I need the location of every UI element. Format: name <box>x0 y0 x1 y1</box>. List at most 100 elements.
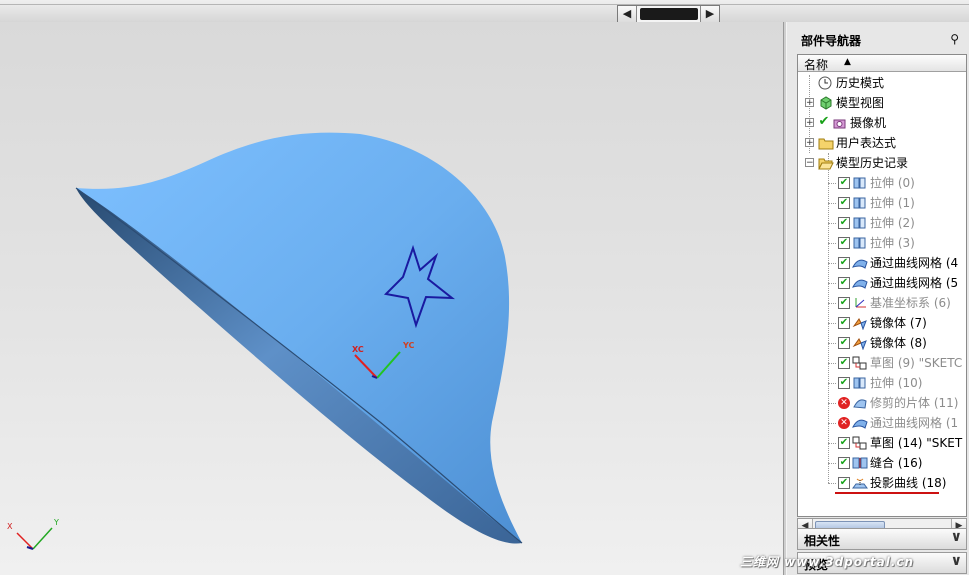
expand-toggle-icon[interactable]: + <box>805 138 814 148</box>
error-icon[interactable]: ✕ <box>838 417 850 429</box>
scroll-left-arrow-icon[interactable]: ◀ <box>618 6 637 22</box>
folder-icon <box>818 136 834 150</box>
feature-checkbox[interactable]: ✔ <box>838 457 850 469</box>
mesh-surface-icon <box>852 416 868 430</box>
scroll-right-arrow-icon[interactable]: ▶ <box>700 6 719 22</box>
feature-row[interactable]: ✔ 镜像体 (7) <box>798 313 966 333</box>
feature-checkbox[interactable]: ✔ <box>838 177 850 189</box>
expand-toggle-icon[interactable]: + <box>805 118 814 128</box>
feature-row[interactable]: ✔ 拉伸 (3) <box>798 233 966 253</box>
mesh-surface-icon <box>852 276 868 290</box>
tree-node-label: 模型历史记录 <box>836 156 909 170</box>
feature-row[interactable]: ✔ 拉伸 (1) <box>798 193 966 213</box>
feature-label: 拉伸 (10) <box>870 376 923 390</box>
tree-node-label: 摄像机 <box>850 116 887 130</box>
visibility-checkbox[interactable]: ✔ <box>818 115 830 129</box>
feature-checkbox[interactable]: ✔ <box>838 297 850 309</box>
tree-guide-line <box>828 283 836 284</box>
section-dependencies[interactable]: 相关性 ∨ <box>797 528 967 550</box>
expand-toggle-icon[interactable]: − <box>805 158 814 168</box>
feature-row[interactable]: ✔ 通过曲线网格 (5 <box>798 273 966 293</box>
tree-node[interactable]: + 用户表达式 <box>798 133 966 153</box>
absolute-triad <box>16 527 53 550</box>
extrude-icon <box>852 216 868 230</box>
tree-guide-line <box>828 403 836 404</box>
feature-row[interactable]: ✔ 拉伸 (10) <box>798 373 966 393</box>
top-horizontal-scrollbar[interactable]: ◀ ▶ <box>617 5 720 23</box>
chevron-down-icon[interactable]: ∨ <box>951 553 962 569</box>
model-views-icon <box>818 96 834 110</box>
tree-guide-line <box>828 203 836 204</box>
feature-label: 拉伸 (3) <box>870 236 915 250</box>
sew-icon <box>852 456 868 470</box>
tree-guide-line <box>828 483 836 484</box>
x-axis-label: X <box>7 522 13 531</box>
feature-checkbox[interactable]: ✔ <box>838 257 850 269</box>
xc-axis-label: XC <box>352 345 364 354</box>
camera-icon <box>832 116 848 130</box>
chevron-down-icon[interactable]: ∨ <box>951 529 962 545</box>
pin-icon[interactable]: ⚲ <box>950 32 959 46</box>
tree-node[interactable]: − 模型历史记录 <box>798 153 966 173</box>
feature-row[interactable]: ✔ 缝合 (16) <box>798 453 966 473</box>
mesh-surface-icon <box>852 256 868 270</box>
feature-checkbox[interactable]: ✔ <box>838 437 850 449</box>
tree-guide-line <box>828 463 836 464</box>
tree-guide-line <box>828 183 836 184</box>
tree-guide-line <box>828 383 836 384</box>
graphics-viewport[interactable]: XC YC X Y <box>0 22 783 575</box>
tree-guide-line <box>828 243 836 244</box>
feature-row[interactable]: ✔ 投影曲线 (18) <box>798 473 966 493</box>
sort-ascending-icon: ▲ <box>844 57 851 67</box>
feature-row[interactable]: ✔ 草图 (14) "SKET <box>798 433 966 453</box>
error-icon[interactable]: ✕ <box>838 397 850 409</box>
feature-label: 通过曲线网格 (1 <box>870 416 959 430</box>
feature-label: 镜像体 (7) <box>870 316 927 330</box>
project-curve-icon <box>852 476 868 490</box>
scroll-thumb[interactable] <box>640 8 698 20</box>
feature-row[interactable]: ✔ 拉伸 (0) <box>798 173 966 193</box>
feature-row[interactable]: ✕ 通过曲线网格 (1 <box>798 413 966 433</box>
expand-toggle-icon[interactable]: + <box>805 98 814 108</box>
feature-row[interactable]: ✔ 拉伸 (2) <box>798 213 966 233</box>
feature-checkbox[interactable]: ✔ <box>838 377 850 389</box>
tree-node[interactable]: 历史模式 <box>798 73 966 93</box>
feature-label: 基准坐标系 (6) <box>870 296 951 310</box>
feature-checkbox[interactable]: ✔ <box>838 277 850 289</box>
tree-node[interactable]: + ✔ 摄像机 <box>798 113 966 133</box>
feature-checkbox[interactable]: ✔ <box>838 337 850 349</box>
feature-checkbox[interactable]: ✔ <box>838 477 850 489</box>
tree-node-label: 模型视图 <box>836 96 885 110</box>
feature-row[interactable]: ✔ 通过曲线网格 (4 <box>798 253 966 273</box>
tree-guide-line <box>828 303 836 304</box>
trimmed-sheet-icon <box>852 396 868 410</box>
feature-row[interactable]: ✕ 修剪的片体 (11) <box>798 393 966 413</box>
column-header-name[interactable]: 名称 ▲ <box>798 55 966 72</box>
extrude-icon <box>852 176 868 190</box>
feature-label: 通过曲线网格 (5 <box>870 276 959 290</box>
feature-row[interactable]: ✔ 基准坐标系 (6) <box>798 293 966 313</box>
feature-checkbox[interactable]: ✔ <box>838 197 850 209</box>
feature-checkbox[interactable]: ✔ <box>838 237 850 249</box>
feature-row[interactable]: ✔ 镜像体 (8) <box>798 333 966 353</box>
feature-label: 通过曲线网格 (4 <box>870 256 959 270</box>
feature-checkbox[interactable]: ✔ <box>838 217 850 229</box>
feature-row[interactable]: ✔ 草图 (9) "SKETC <box>798 353 966 373</box>
feature-checkbox[interactable]: ✔ <box>838 317 850 329</box>
feature-tree[interactable]: 名称 ▲ 历史模式 + 模型视图 + ✔ 摄像机 + 用户表达式 − 模型历史记录 ✔ 拉伸 (0) ✔… <box>797 54 967 517</box>
tree-guide-line <box>828 263 836 264</box>
extrude-icon <box>852 196 868 210</box>
feature-label: 草图 (9) "SKETC <box>870 356 963 370</box>
tree-node[interactable]: + 模型视图 <box>798 93 966 113</box>
feature-label: 拉伸 (2) <box>870 216 915 230</box>
extrude-icon <box>852 236 868 250</box>
sketch-icon <box>852 436 868 450</box>
y-axis-label: Y <box>53 518 59 527</box>
feature-label: 修剪的片体 (11) <box>870 396 959 410</box>
yc-axis-label: YC <box>402 341 415 350</box>
datum-csys-icon <box>852 296 868 310</box>
feature-checkbox[interactable]: ✔ <box>838 357 850 369</box>
sketch-icon <box>852 356 868 370</box>
tree-guide-line <box>828 223 836 224</box>
feature-label: 拉伸 (0) <box>870 176 915 190</box>
